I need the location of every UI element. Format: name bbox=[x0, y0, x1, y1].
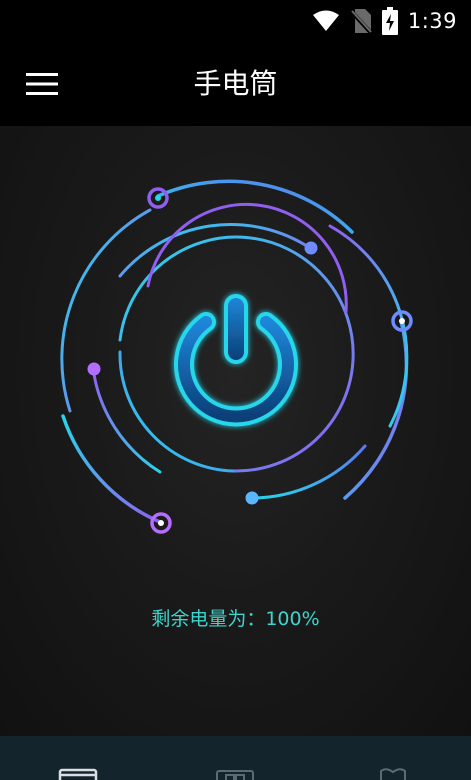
main-content: 剩余电量为：100% bbox=[0, 126, 471, 736]
status-icons: 1:39 bbox=[312, 6, 457, 36]
grid-tab-icon bbox=[216, 770, 254, 780]
nav-tab-flashlight[interactable] bbox=[0, 736, 157, 780]
wifi-icon bbox=[312, 10, 339, 31]
power-toggle-button[interactable] bbox=[170, 288, 302, 420]
bottom-navigation bbox=[0, 736, 471, 780]
shield-tab-icon bbox=[380, 768, 406, 780]
page-title: 手电筒 bbox=[193, 67, 278, 100]
nav-tab-shield[interactable] bbox=[314, 736, 471, 780]
battery-level-text: 剩余电量为：100% bbox=[151, 608, 320, 630]
menu-button[interactable] bbox=[22, 66, 62, 102]
no-sim-icon bbox=[349, 9, 372, 34]
status-bar: 1:39 bbox=[0, 0, 471, 42]
power-ring-art bbox=[60, 179, 413, 534]
flashlight-screen: 1:39 手电筒 剩余电量为：100% bbox=[0, 0, 471, 780]
nav-tab-grid[interactable] bbox=[157, 736, 314, 780]
app-bar: 手电筒 bbox=[0, 42, 471, 126]
status-time: 1:39 bbox=[407, 9, 457, 33]
hamburger-menu-icon bbox=[26, 73, 58, 95]
flashlight-tab-icon bbox=[58, 768, 98, 780]
battery-charging-icon bbox=[381, 7, 398, 35]
